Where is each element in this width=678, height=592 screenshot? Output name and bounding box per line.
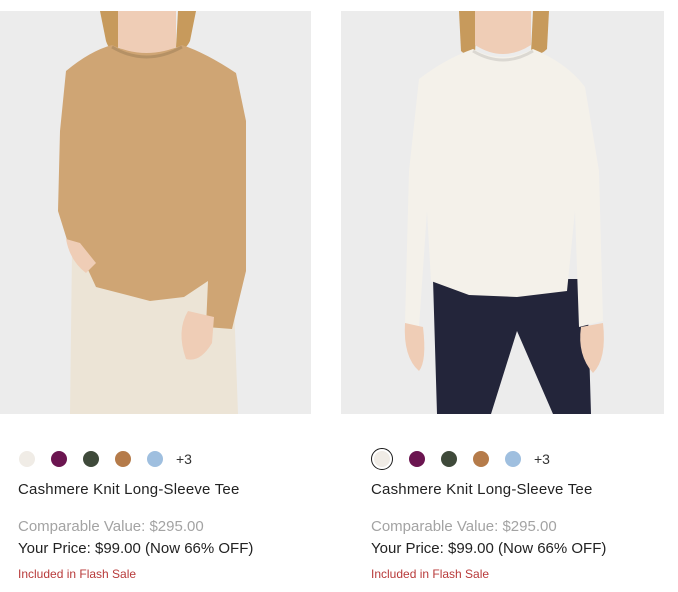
color-swatches: +3	[371, 448, 550, 470]
color-swatches: +3	[19, 448, 192, 470]
product-card[interactable]: +3 Cashmere Knit Long-Sleeve Tee Compara…	[0, 11, 311, 581]
your-price: Your Price: $99.00 (Now 66% OFF)	[371, 540, 607, 557]
model-illustration	[404, 11, 604, 414]
model-illustration	[58, 11, 246, 414]
product-card[interactable]: +3 Cashmere Knit Long-Sleeve Tee Compara…	[341, 11, 664, 581]
product-name[interactable]: Cashmere Knit Long-Sleeve Tee	[371, 481, 592, 498]
color-swatch[interactable]	[441, 451, 457, 467]
more-colors-link[interactable]: +3	[534, 451, 550, 467]
product-image[interactable]	[341, 11, 664, 414]
flash-sale-badge: Included in Flash Sale	[371, 567, 490, 581]
color-swatch[interactable]	[371, 448, 393, 470]
comparable-value: Comparable Value: $295.00	[18, 518, 204, 535]
your-price: Your Price: $99.00 (Now 66% OFF)	[18, 540, 254, 557]
color-swatch[interactable]	[83, 451, 99, 467]
product-image[interactable]	[0, 11, 311, 414]
more-colors-link[interactable]: +3	[176, 451, 192, 467]
color-swatch[interactable]	[473, 451, 489, 467]
product-name[interactable]: Cashmere Knit Long-Sleeve Tee	[18, 481, 239, 498]
flash-sale-badge: Included in Flash Sale	[18, 567, 137, 581]
color-swatch[interactable]	[409, 451, 425, 467]
color-swatch[interactable]	[505, 451, 521, 467]
comparable-value: Comparable Value: $295.00	[371, 518, 557, 535]
color-swatch[interactable]	[51, 451, 67, 467]
color-swatch[interactable]	[147, 451, 163, 467]
color-swatch[interactable]	[115, 451, 131, 467]
color-swatch[interactable]	[19, 451, 35, 467]
